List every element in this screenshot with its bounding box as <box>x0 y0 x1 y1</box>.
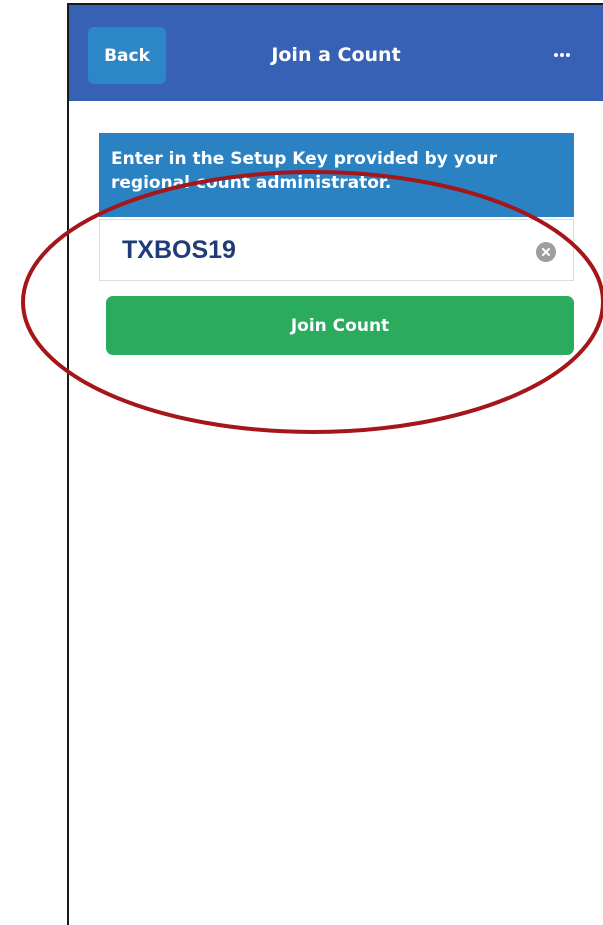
back-button[interactable]: Back <box>88 27 166 84</box>
ellipsis-icon[interactable] <box>547 43 577 67</box>
setup-key-prompt: Enter in the Setup Key provided by your … <box>99 133 574 217</box>
join-count-button[interactable]: Join Count <box>106 296 574 355</box>
app-header: Back Join a Count <box>69 5 603 101</box>
clear-circle-icon[interactable] <box>536 242 556 262</box>
phone-screen: Back Join a Count Enter in the Setup Key… <box>67 3 603 925</box>
setup-key-input[interactable] <box>122 230 502 270</box>
setup-key-field <box>99 219 574 281</box>
screenshot-frame: Back Join a Count Enter in the Setup Key… <box>0 0 603 925</box>
